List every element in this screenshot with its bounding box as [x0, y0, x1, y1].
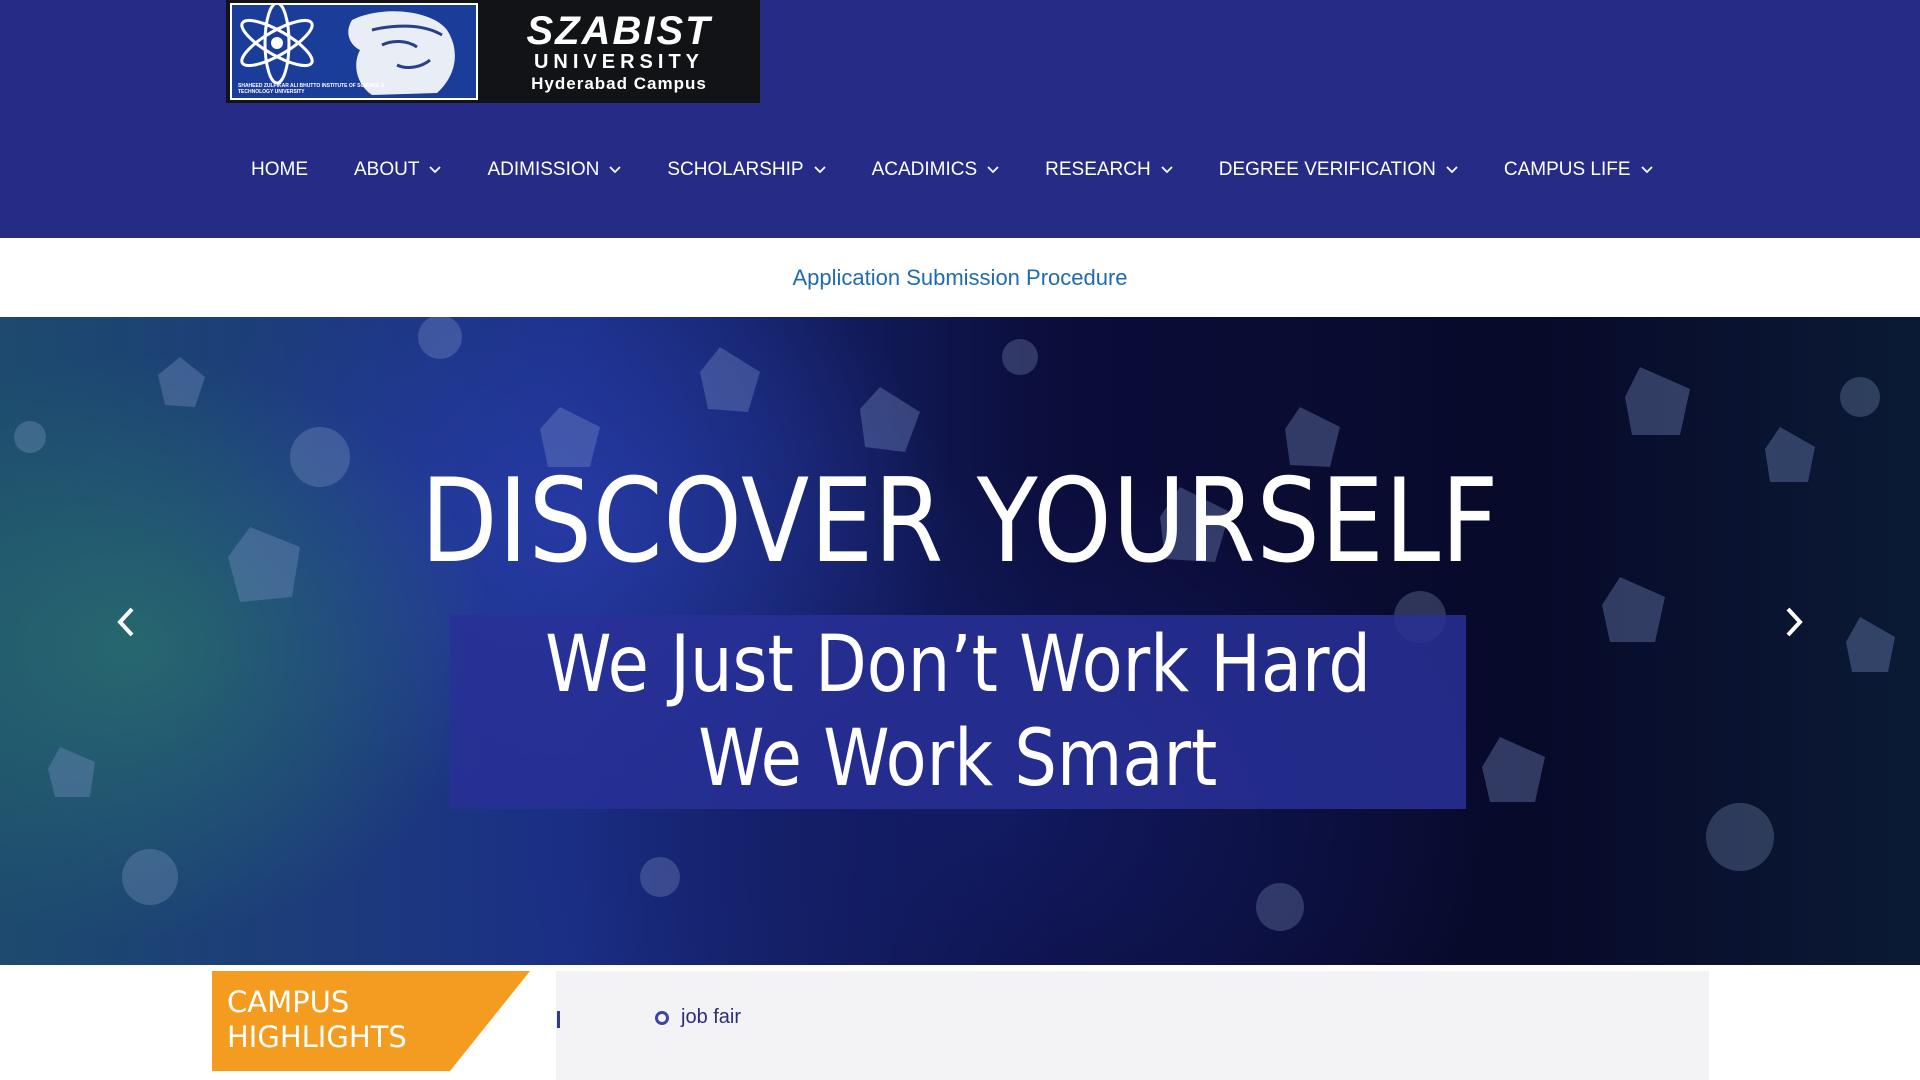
circle-bullet-icon [655, 1010, 669, 1025]
nav-scholarship[interactable]: SCHOLARSHIP [667, 159, 826, 181]
chevron-down-icon [987, 166, 999, 174]
chevron-down-icon [1640, 166, 1653, 174]
site-header: SHAHEED ZULFIKAR ALI BHUTTO INSTITUTE OF… [0, 0, 1920, 238]
hero-subtitle-box: We Just Don’t Work Hard We Work Smart [450, 615, 1466, 809]
highlights-label: CAMPUS HIGHLIGHTS [212, 971, 552, 1071]
nav-academics-label: ACADIMICS [871, 159, 978, 180]
hero-subtitle-line2: We Work Smart [698, 714, 1218, 804]
nav-about-label: ABOUT [354, 159, 420, 180]
nav-home-label: HOME [251, 159, 308, 180]
slider-prev-button[interactable] [106, 592, 146, 652]
application-procedure-link[interactable]: Application Submission Procedure [792, 265, 1127, 291]
nav-about[interactable]: ABOUT [354, 159, 442, 181]
nav-admission-label: ADIMISSION [487, 159, 600, 180]
nav-scholarship-label: SCHOLARSHIP [667, 159, 804, 180]
chevron-down-icon [1446, 166, 1458, 174]
nav-admission[interactable]: ADIMISSION [487, 159, 621, 181]
logo-campus: Hyderabad Campus [531, 73, 707, 93]
nav-campus-life[interactable]: CAMPUS LIFE [1504, 159, 1653, 181]
chevron-down-icon [1161, 166, 1173, 174]
logo-wordmark: SZABIST UNIVERSITY Hyderabad Campus [478, 0, 760, 103]
nav-campus-life-label: CAMPUS LIFE [1503, 159, 1631, 180]
logo-subtitle: UNIVERSITY [533, 50, 705, 73]
nav-degree-verification[interactable]: DEGREE VERIFICATION [1219, 159, 1458, 181]
nav-degree-verification-label: DEGREE VERIFICATION [1218, 159, 1436, 180]
chevron-down-icon [813, 166, 826, 174]
hero-slider: DISCOVER YOURSELF We Just Don’t Work Har… [0, 317, 1920, 965]
nav-research[interactable]: RESEARCH [1045, 159, 1173, 181]
highlights-label-line1: CAMPUS [227, 985, 350, 1019]
highlights-label-line2: HIGHLIGHTS [227, 1020, 407, 1054]
ticker-fragment: l [557, 1011, 560, 1028]
hero-subtitle-line1: We Just Don’t Work Hard [545, 620, 1371, 710]
announcement-bar: Application Submission Procedure [0, 238, 1920, 317]
chevron-down-icon [429, 166, 442, 174]
highlights-ticker: l job fair [556, 971, 1709, 1080]
chevron-right-icon [1786, 607, 1803, 637]
logo-title: SZABIST [526, 8, 712, 53]
hero-title: DISCOVER YOURSELF [420, 454, 1500, 589]
emblem-caption: SHAHEED ZULFIKAR ALI BHUTTO INSTITUTE OF… [238, 83, 385, 95]
emblem-image: SHAHEED ZULFIKAR ALI BHUTTO INSTITUTE OF… [230, 3, 478, 100]
nav-academics[interactable]: ACADIMICS [872, 159, 1000, 181]
chevron-left-icon [117, 607, 134, 637]
campus-highlights: CAMPUS HIGHLIGHTS l job fair [212, 971, 1709, 1080]
slider-next-button[interactable] [1774, 592, 1814, 652]
highlights-label-text: CAMPUS HIGHLIGHTS [227, 985, 407, 1055]
ticker-item[interactable]: job fair [655, 1006, 741, 1029]
nav-research-label: RESEARCH [1045, 159, 1151, 180]
site-logo[interactable]: SHAHEED ZULFIKAR ALI BHUTTO INSTITUTE OF… [226, 0, 760, 103]
nav-home[interactable]: HOME [251, 159, 308, 181]
chevron-down-icon [609, 166, 621, 174]
main-nav: HOME ABOUT ADIMISSION SCHOLARSHIP ACADIM… [251, 155, 1699, 185]
ticker-item-label: job fair [681, 1006, 742, 1028]
